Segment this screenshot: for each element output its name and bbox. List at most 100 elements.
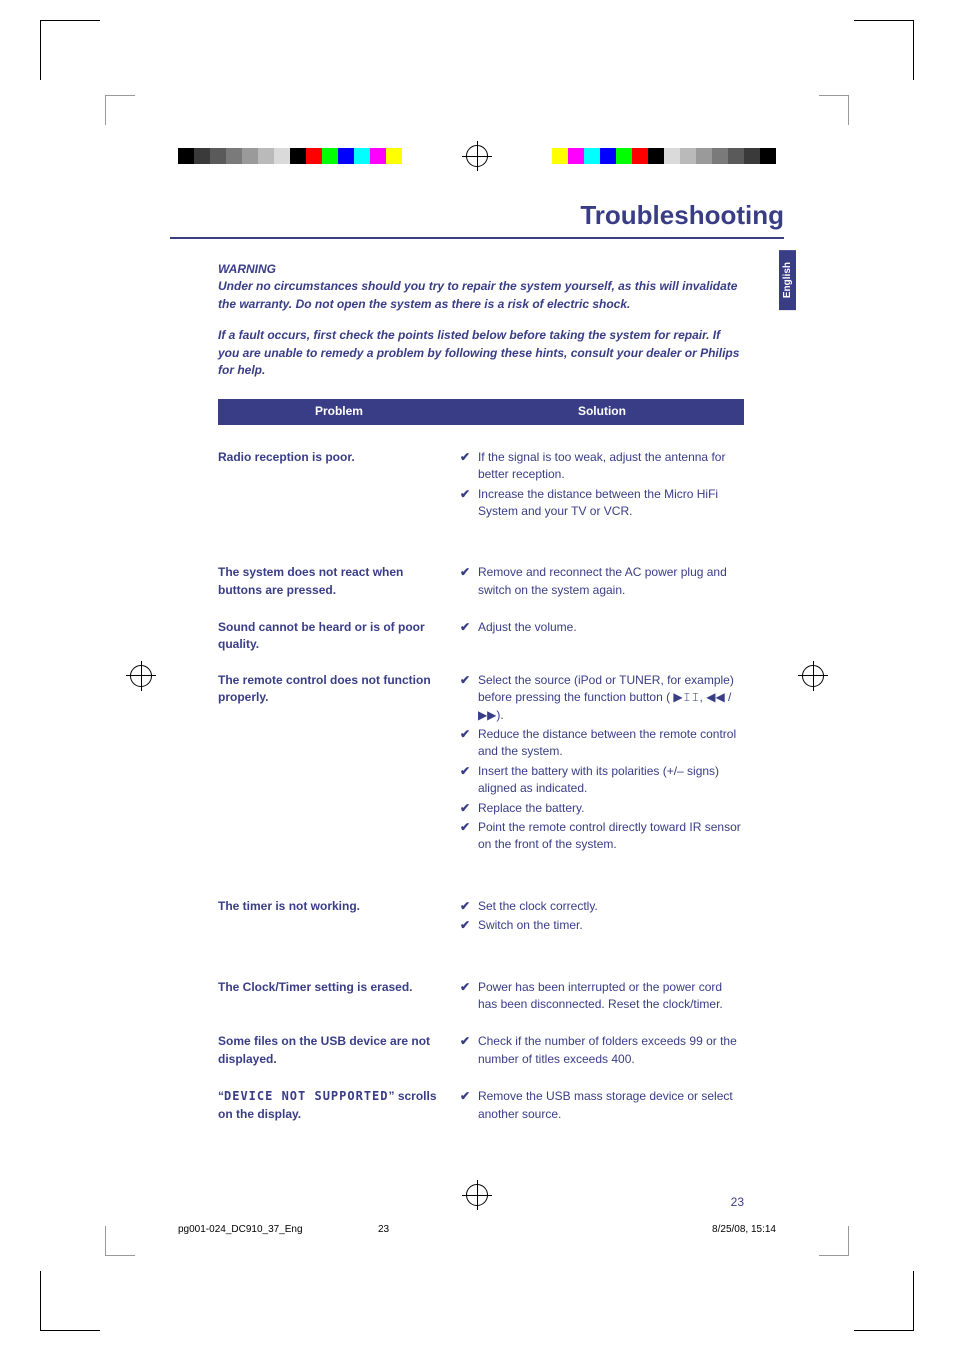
color-swatch bbox=[274, 148, 290, 164]
intro-text: If a fault occurs, first check the point… bbox=[218, 327, 744, 379]
check-icon: ✔ bbox=[460, 486, 478, 521]
color-swatch bbox=[664, 148, 680, 164]
solution-text: Power has been interrupted or the power … bbox=[478, 979, 744, 1014]
solution-item: ✔Increase the distance between the Micro… bbox=[460, 486, 744, 521]
column-header-solution: Solution bbox=[460, 399, 744, 424]
problem-text: Radio reception is poor. bbox=[218, 449, 460, 523]
solution-item: ✔Switch on the timer. bbox=[460, 917, 744, 934]
color-swatch bbox=[242, 148, 258, 164]
color-swatch bbox=[178, 148, 194, 164]
solution-list: ✔Select the source (iPod or TUNER, for e… bbox=[460, 672, 744, 856]
color-swatch bbox=[338, 148, 354, 164]
page-number: 23 bbox=[731, 1194, 744, 1211]
table-row: The timer is not working.✔Set the clock … bbox=[218, 856, 744, 937]
solution-text: Reduce the distance between the remote c… bbox=[478, 726, 744, 761]
problem-text: “DEVICE NOT SUPPORTED” scrolls on the di… bbox=[218, 1088, 460, 1125]
check-icon: ✔ bbox=[460, 979, 478, 1014]
solution-list: ✔If the signal is too weak, adjust the a… bbox=[460, 449, 744, 523]
check-icon: ✔ bbox=[460, 819, 478, 854]
table-row: “DEVICE NOT SUPPORTED” scrolls on the di… bbox=[218, 1070, 744, 1125]
solution-text: If the signal is too weak, adjust the an… bbox=[478, 449, 744, 484]
solution-text: Set the clock correctly. bbox=[478, 898, 744, 915]
content-area: WARNING Under no circumstances should yo… bbox=[170, 261, 784, 1125]
warning-text-1: Under no circumstances should you try to… bbox=[218, 278, 744, 313]
solution-text: Check if the number of folders exceeds 9… bbox=[478, 1033, 744, 1068]
table-row: The remote control does not function pro… bbox=[218, 654, 744, 856]
troubleshooting-rows: Radio reception is poor.✔If the signal i… bbox=[218, 425, 744, 1125]
table-row: The system does not react when buttons a… bbox=[218, 522, 744, 601]
solution-text: Remove and reconnect the AC power plug a… bbox=[478, 564, 744, 599]
solution-text: Remove the USB mass storage device or se… bbox=[478, 1088, 744, 1123]
check-icon: ✔ bbox=[460, 672, 478, 724]
registration-mark bbox=[466, 145, 488, 167]
solution-item: ✔Remove the USB mass storage device or s… bbox=[460, 1088, 744, 1123]
footer-datetime: 8/25/08, 15:14 bbox=[712, 1224, 776, 1235]
solution-item: ✔Power has been interrupted or the power… bbox=[460, 979, 744, 1014]
footer-filename: pg001-024_DC910_37_Eng bbox=[178, 1224, 378, 1235]
color-swatch bbox=[568, 148, 584, 164]
solution-item: ✔Adjust the volume. bbox=[460, 619, 744, 636]
warning-heading: WARNING bbox=[218, 261, 744, 278]
color-swatch bbox=[728, 148, 744, 164]
solution-text: Select the source (iPod or TUNER, for ex… bbox=[478, 672, 744, 724]
table-row: Radio reception is poor.✔If the signal i… bbox=[218, 425, 744, 523]
footer-page: 23 bbox=[378, 1224, 558, 1235]
problem-text: The remote control does not function pro… bbox=[218, 672, 460, 856]
crop-mark-inner bbox=[819, 95, 849, 125]
registration-mark bbox=[802, 665, 824, 687]
color-swatch bbox=[226, 148, 242, 164]
color-swatch bbox=[258, 148, 274, 164]
registration-mark bbox=[466, 1184, 488, 1206]
color-swatch bbox=[712, 148, 728, 164]
column-header-problem: Problem bbox=[218, 399, 460, 424]
color-swatch bbox=[290, 148, 306, 164]
check-icon: ✔ bbox=[460, 619, 478, 636]
color-swatch bbox=[322, 148, 338, 164]
language-tab: English bbox=[779, 250, 796, 310]
solution-item: ✔Select the source (iPod or TUNER, for e… bbox=[460, 672, 744, 724]
solution-text: Switch on the timer. bbox=[478, 917, 744, 934]
solution-list: ✔Adjust the volume. bbox=[460, 619, 744, 654]
solution-list: ✔Remove and reconnect the AC power plug … bbox=[460, 564, 744, 601]
crop-mark-inner bbox=[819, 1226, 849, 1256]
crop-mark-inner bbox=[105, 95, 135, 125]
color-swatch bbox=[386, 148, 402, 164]
solution-item: ✔Set the clock correctly. bbox=[460, 898, 744, 915]
crop-mark bbox=[854, 1271, 914, 1331]
crop-mark-inner bbox=[105, 1226, 135, 1256]
color-swatch bbox=[744, 148, 760, 164]
check-icon: ✔ bbox=[460, 1088, 478, 1123]
color-swatch bbox=[648, 148, 664, 164]
problem-text: The timer is not working. bbox=[218, 898, 460, 937]
color-swatch bbox=[210, 148, 226, 164]
color-calibration-bar bbox=[178, 148, 402, 164]
check-icon: ✔ bbox=[460, 763, 478, 798]
page-title: Troubleshooting bbox=[580, 200, 784, 231]
check-icon: ✔ bbox=[460, 449, 478, 484]
solution-item: ✔Reduce the distance between the remote … bbox=[460, 726, 744, 761]
registration-mark bbox=[130, 665, 152, 687]
check-icon: ✔ bbox=[460, 800, 478, 817]
problem-text: Some files on the USB device are not dis… bbox=[218, 1033, 460, 1070]
table-row: The Clock/Timer setting is erased.✔Power… bbox=[218, 937, 744, 1016]
solution-text: Adjust the volume. bbox=[478, 619, 744, 636]
check-icon: ✔ bbox=[460, 917, 478, 934]
solution-item: ✔Check if the number of folders exceeds … bbox=[460, 1033, 744, 1068]
warning-block: WARNING Under no circumstances should yo… bbox=[218, 261, 744, 313]
color-calibration-bar bbox=[552, 148, 776, 164]
color-swatch bbox=[370, 148, 386, 164]
color-swatch bbox=[584, 148, 600, 164]
check-icon: ✔ bbox=[460, 1033, 478, 1068]
solution-list: ✔Power has been interrupted or the power… bbox=[460, 979, 744, 1016]
crop-mark bbox=[40, 20, 100, 80]
page-content: Troubleshooting English WARNING Under no… bbox=[170, 200, 784, 1181]
color-swatch bbox=[354, 148, 370, 164]
solution-text: Point the remote control directly toward… bbox=[478, 819, 744, 854]
problem-text: The system does not react when buttons a… bbox=[218, 564, 460, 601]
check-icon: ✔ bbox=[460, 898, 478, 915]
color-swatch bbox=[600, 148, 616, 164]
print-footer: pg001-024_DC910_37_Eng 23 8/25/08, 15:14 bbox=[178, 1224, 776, 1235]
problem-text: Sound cannot be heard or is of poor qual… bbox=[218, 619, 460, 654]
solution-item: ✔Insert the battery with its polarities … bbox=[460, 763, 744, 798]
solution-text: Insert the battery with its polarities (… bbox=[478, 763, 744, 798]
